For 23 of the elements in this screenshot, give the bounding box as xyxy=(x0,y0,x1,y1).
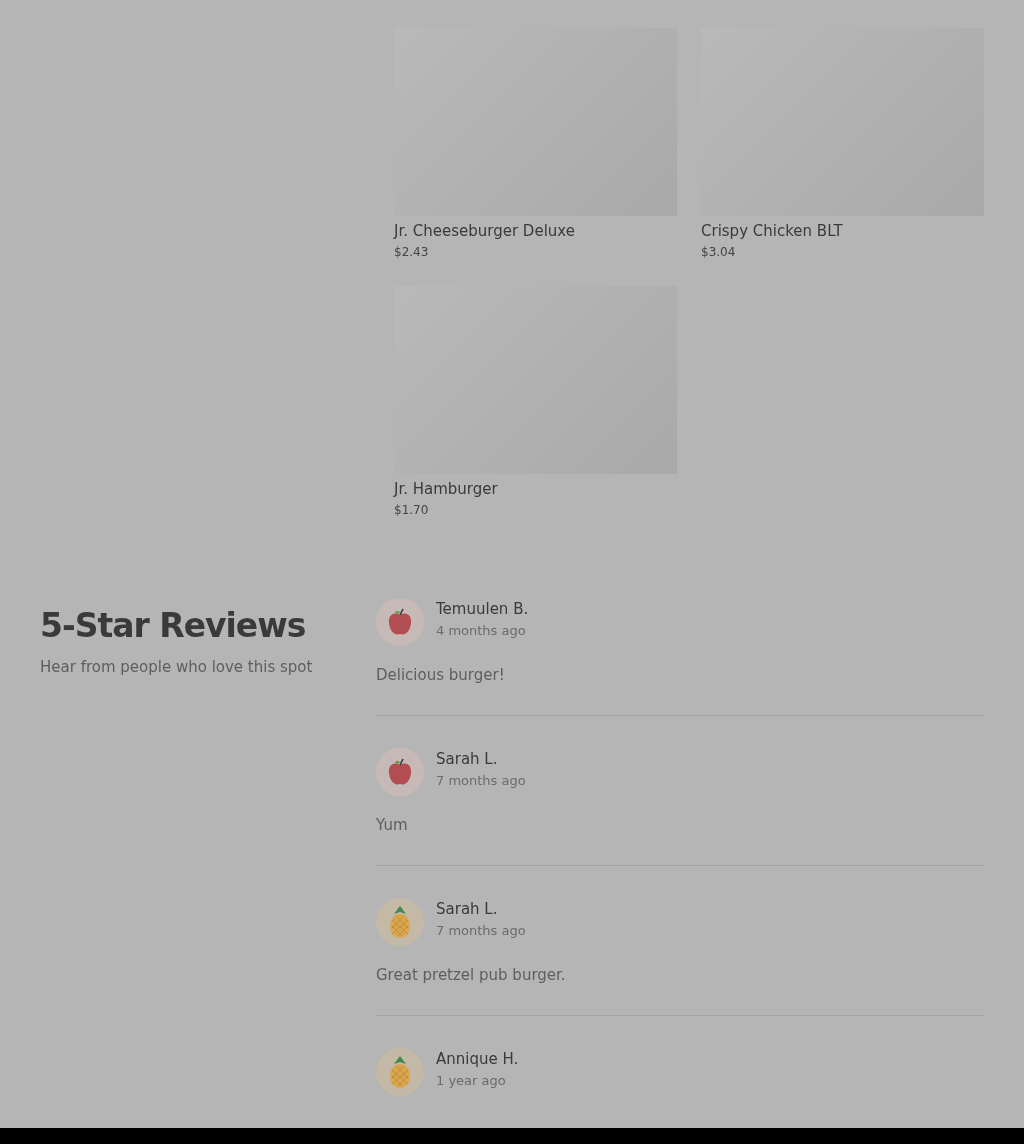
review-text: Great pretzel pub burger. xyxy=(376,966,566,984)
section-subtitle: Hear from people who love this spot xyxy=(40,658,313,676)
section-title: 5-Star Reviews xyxy=(40,605,306,647)
item-name[interactable]: Crispy Chicken BLT xyxy=(701,220,843,242)
review-text: Yum xyxy=(376,816,408,834)
review-time: 7 months ago xyxy=(436,923,526,938)
review-time: 4 months ago xyxy=(436,623,526,638)
item-price: $2.43 xyxy=(394,244,429,260)
reviewer-name: Temuulen B. xyxy=(436,599,529,620)
pineapple-icon xyxy=(387,905,413,939)
reviewer-name: Annique H. xyxy=(436,1049,519,1070)
apple-icon xyxy=(386,757,414,787)
apple-icon xyxy=(386,607,414,637)
reviewer-name: Sarah L. xyxy=(436,899,498,920)
item-price: $1.70 xyxy=(394,502,429,518)
item-price: $3.04 xyxy=(701,244,736,260)
item-name[interactable]: Jr. Cheeseburger Deluxe xyxy=(394,220,575,242)
item-name[interactable]: Jr. Hamburger xyxy=(394,478,498,500)
reviewer-name: Sarah L. xyxy=(436,749,498,770)
pineapple-icon xyxy=(387,1055,413,1089)
review-text: Delicious burger! xyxy=(376,666,505,684)
review-time: 7 months ago xyxy=(436,773,526,788)
review-time: 1 year ago xyxy=(436,1073,506,1088)
